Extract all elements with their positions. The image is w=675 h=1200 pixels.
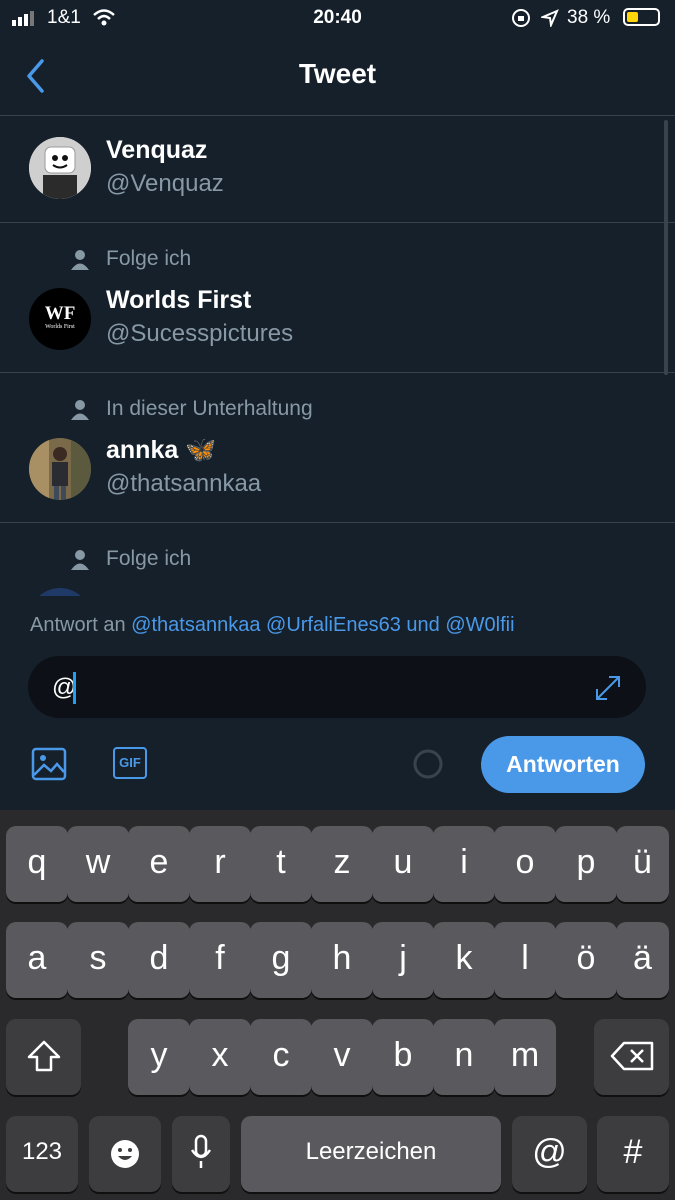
location-icon	[541, 9, 559, 27]
key-c[interactable]: c	[250, 1019, 312, 1095]
shift-key[interactable]	[6, 1019, 81, 1095]
key-x[interactable]: x	[189, 1019, 251, 1095]
emoji-icon	[111, 1140, 139, 1168]
reply-conjunction: und	[406, 614, 440, 636]
text-caret	[73, 672, 76, 704]
avatar-logo-text: WF	[44, 303, 76, 324]
orientation-lock-icon	[512, 9, 530, 27]
battery-icon	[623, 8, 660, 26]
reply-mention[interactable]: @W0lfii	[445, 614, 514, 636]
key-o[interactable]: o	[494, 826, 556, 902]
expand-icon[interactable]	[593, 673, 623, 703]
key-ue[interactable]: ü	[616, 826, 669, 902]
key-i[interactable]: i	[433, 826, 495, 902]
backspace-key[interactable]	[594, 1019, 669, 1095]
character-count-ring-icon	[413, 749, 443, 779]
key-f[interactable]: f	[189, 922, 251, 998]
key-u[interactable]: u	[372, 826, 434, 902]
shift-icon	[27, 1040, 60, 1072]
key-oe[interactable]: ö	[555, 922, 617, 998]
nav-bar: Tweet	[0, 38, 675, 116]
backspace-icon	[610, 1041, 653, 1071]
conversation-context: In dieser Unterhaltung	[106, 397, 313, 420]
key-t[interactable]: t	[250, 826, 312, 902]
user-row-venquaz[interactable]: Venquaz @Venquaz	[0, 116, 675, 223]
key-p[interactable]: p	[555, 826, 617, 902]
battery-percent: 38 %	[567, 7, 611, 28]
key-v[interactable]: v	[311, 1019, 373, 1095]
image-icon[interactable]	[31, 747, 67, 781]
key-h[interactable]: h	[311, 922, 373, 998]
key-l[interactable]: l	[494, 922, 556, 998]
reply-input[interactable]	[28, 656, 646, 718]
space-key[interactable]: Leerzeichen	[241, 1116, 501, 1192]
avatar	[29, 588, 91, 596]
key-j[interactable]: j	[372, 922, 434, 998]
key-s[interactable]: s	[67, 922, 129, 998]
person-icon	[71, 250, 89, 270]
reply-mention[interactable]: @UrfaliEnes63	[266, 614, 401, 636]
avatar	[29, 438, 91, 500]
reply-to-line: Antwort an @thatsannkaa @UrfaliEnes63 un…	[30, 614, 515, 637]
page-title: Tweet	[298, 58, 377, 89]
numbers-key[interactable]: 123	[6, 1116, 78, 1192]
user-handle: @thatsannkaa	[106, 470, 262, 497]
key-m[interactable]: m	[494, 1019, 556, 1095]
reply-mention[interactable]: @thatsannkaa	[131, 614, 260, 636]
gif-button[interactable]: GIF	[113, 747, 147, 779]
key-y[interactable]: y	[128, 1019, 190, 1095]
person-icon	[71, 400, 89, 420]
reply-to-prefix: Antwort an	[30, 614, 126, 636]
user-name: Worlds First	[106, 286, 252, 314]
user-handle: @Sucesspictures	[106, 320, 294, 347]
avatar	[29, 137, 91, 199]
list-scrollbar[interactable]	[664, 120, 668, 375]
user-row-partial[interactable]: Folge ich	[0, 523, 675, 596]
reply-button[interactable]: Antworten	[481, 736, 645, 793]
user-name: annka 🦋	[106, 436, 217, 464]
key-w[interactable]: w	[67, 826, 129, 902]
avatar: WF Worlds First	[29, 288, 91, 350]
key-k[interactable]: k	[433, 922, 495, 998]
key-ae[interactable]: ä	[616, 922, 669, 998]
key-d[interactable]: d	[128, 922, 190, 998]
key-g[interactable]: g	[250, 922, 312, 998]
key-r[interactable]: r	[189, 826, 251, 902]
at-key[interactable]: @	[512, 1116, 587, 1192]
marshmello-avatar-icon	[29, 137, 91, 199]
avatar-logo-subtext: Worlds First	[45, 324, 75, 330]
hash-key[interactable]: #	[597, 1116, 669, 1192]
dictation-key[interactable]	[172, 1116, 230, 1192]
key-e[interactable]: e	[128, 826, 190, 902]
emoji-key[interactable]	[89, 1116, 161, 1192]
user-handle: @Venquaz	[106, 170, 224, 197]
user-name: Venquaz	[106, 136, 208, 164]
key-n[interactable]: n	[433, 1019, 495, 1095]
key-q[interactable]: q	[6, 826, 68, 902]
key-z[interactable]: z	[311, 826, 373, 902]
person-icon	[71, 550, 89, 570]
follow-context: Folge ich	[106, 247, 192, 270]
key-a[interactable]: a	[6, 922, 68, 998]
user-suggestion-list[interactable]: Venquaz @Venquaz Folge ich WF Worlds Fir…	[0, 116, 675, 596]
microphone-icon	[190, 1134, 212, 1168]
user-row-worlds-first[interactable]: Folge ich WF Worlds First Worlds First @…	[0, 223, 675, 373]
user-row-annka[interactable]: In dieser Unterhaltung annka 🦋 @thatsann…	[0, 373, 675, 523]
follow-context: Folge ich	[106, 547, 192, 570]
key-b[interactable]: b	[372, 1019, 434, 1095]
photo-avatar-icon	[29, 438, 91, 500]
status-bar: 1&1 20:40 38 %	[0, 0, 675, 38]
